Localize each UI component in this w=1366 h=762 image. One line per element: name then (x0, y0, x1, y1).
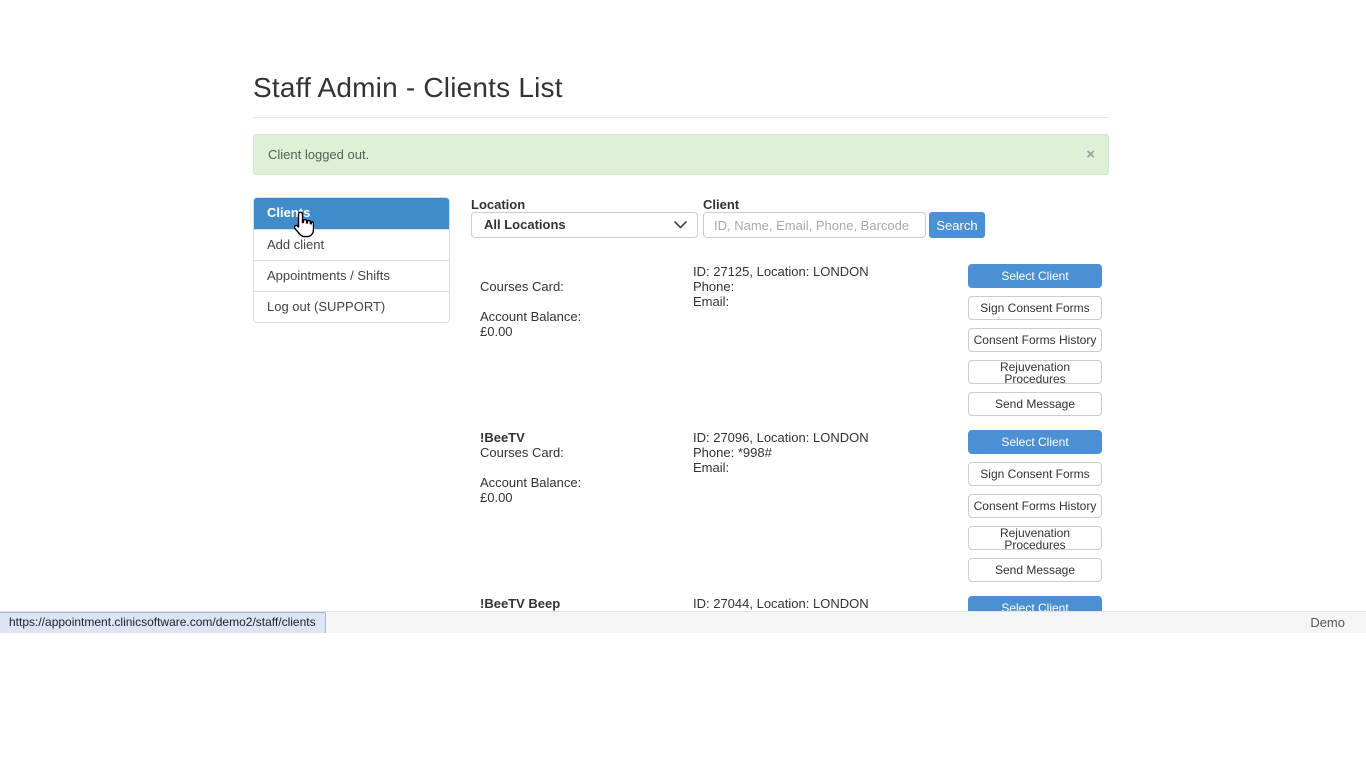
client-email: Email: (693, 294, 963, 309)
consent-forms-history-button[interactable]: Consent Forms History (968, 494, 1102, 518)
client-search-input[interactable] (703, 212, 926, 238)
client-row: Courses Card: Account Balance: £0.00 ID:… (253, 264, 1109, 430)
rejuvenation-procedures-button[interactable]: Rejuvenation Procedures (968, 360, 1102, 384)
sidebar-item-add-client[interactable]: Add client (254, 229, 449, 260)
send-message-button[interactable]: Send Message (968, 392, 1102, 416)
client-name: !BeeTV Beep (480, 596, 685, 611)
sign-consent-forms-button[interactable]: Sign Consent Forms (968, 462, 1102, 486)
location-label: Location (471, 197, 525, 212)
client-name: !BeeTV (480, 430, 685, 445)
account-balance-label: Account Balance: (480, 475, 685, 490)
select-client-button[interactable]: Select Client (968, 264, 1102, 288)
account-balance-value: £0.00 (480, 324, 685, 339)
courses-card-label: Courses Card: (480, 445, 685, 460)
sidebar-item-clients[interactable]: Clients (254, 198, 449, 229)
client-contact-info: ID: 27096, Location: LONDON Phone: *998#… (693, 430, 963, 475)
location-select-value: All Locations (484, 217, 566, 232)
alert-message: Client logged out. (268, 147, 369, 162)
client-label: Client (703, 197, 739, 212)
location-select[interactable]: All Locations (471, 212, 698, 238)
client-actions: Select Client Sign Consent Forms Consent… (968, 264, 1102, 424)
footer-demo-label: Demo (1310, 612, 1345, 633)
client-details: !BeeTV Courses Card: Account Balance: £0… (480, 430, 685, 505)
alert-success: Client logged out. × (253, 134, 1109, 175)
send-message-button[interactable]: Send Message (968, 558, 1102, 582)
client-id-location: ID: 27096, Location: LONDON (693, 430, 963, 445)
courses-card-label: Courses Card: (480, 279, 685, 294)
search-button[interactable]: Search (929, 212, 985, 238)
client-contact-info: ID: 27125, Location: LONDON Phone: Email… (693, 264, 963, 309)
browser-status-url: https://appointment.clinicsoftware.com/d… (0, 612, 326, 633)
client-row: !BeeTV Courses Card: Account Balance: £0… (253, 430, 1109, 596)
consent-forms-history-button[interactable]: Consent Forms History (968, 328, 1102, 352)
close-icon[interactable]: × (1086, 135, 1095, 174)
rejuvenation-procedures-button[interactable]: Rejuvenation Procedures (968, 526, 1102, 550)
courses-card-value (480, 460, 685, 475)
account-balance-value: £0.00 (480, 490, 685, 505)
page-title: Staff Admin - Clients List (253, 72, 563, 104)
select-client-button[interactable]: Select Client (968, 430, 1102, 454)
client-details: !BeeTV Beep (480, 596, 685, 611)
account-balance-label: Account Balance: (480, 309, 685, 324)
title-divider (253, 117, 1109, 118)
client-id-location: ID: 27044, Location: LONDON (693, 596, 963, 611)
courses-card-value (480, 294, 685, 309)
client-phone: Phone: *998# (693, 445, 963, 460)
client-contact-info: ID: 27044, Location: LONDON (693, 596, 963, 611)
client-phone: Phone: (693, 279, 963, 294)
chevron-down-icon (674, 221, 687, 229)
sign-consent-forms-button[interactable]: Sign Consent Forms (968, 296, 1102, 320)
client-email: Email: (693, 460, 963, 475)
client-actions: Select Client Sign Consent Forms Consent… (968, 430, 1102, 590)
client-details: Courses Card: Account Balance: £0.00 (480, 264, 685, 339)
client-name (480, 264, 685, 279)
client-id-location: ID: 27125, Location: LONDON (693, 264, 963, 279)
